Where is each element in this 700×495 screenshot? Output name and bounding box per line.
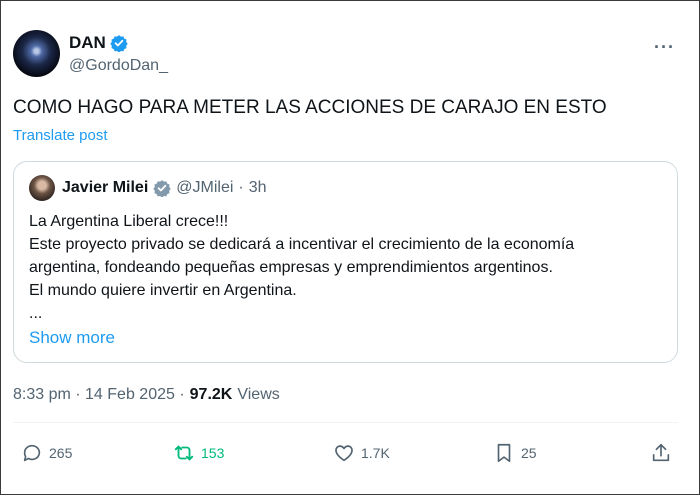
like-count: 1.7K — [361, 445, 390, 461]
tweet-text: COMO HAGO PARA METER LAS ACCIONES DE CAR… — [13, 97, 607, 118]
views-count: 97.2K — [189, 386, 233, 403]
more-icon[interactable]: ··· — [654, 37, 675, 58]
author-avatar[interactable] — [13, 30, 60, 77]
show-more-link[interactable]: Show more — [29, 328, 115, 348]
translate-post-link[interactable]: Translate post — [13, 127, 108, 144]
author-name-row: DAN — [69, 33, 128, 53]
quoted-separator: · — [238, 179, 244, 196]
quoted-author-name: Javier Milei — [62, 179, 149, 196]
reply-button[interactable]: 265 — [21, 442, 72, 464]
like-icon — [335, 445, 353, 462]
bookmark-count: 25 — [521, 445, 537, 461]
reply-icon — [23, 444, 41, 462]
share-icon — [652, 443, 670, 462]
like-button[interactable]: 1.7K — [333, 442, 390, 464]
quoted-tweet[interactable]: Javier Milei @JMilei · 3h La Argentina L… — [13, 161, 678, 363]
verified-badge-icon — [153, 180, 171, 197]
tweet-card: DAN @GordoDan_ ··· COMO HAGO PARA METER … — [0, 0, 700, 495]
bookmark-button[interactable]: 25 — [493, 442, 537, 464]
quoted-author-handle: @JMilei — [176, 179, 234, 196]
quoted-tweet-header: Javier Milei @JMilei · 3h — [62, 179, 267, 197]
retweet-button[interactable]: 153 — [173, 442, 224, 464]
quoted-time: 3h — [248, 179, 267, 196]
verified-badge-icon — [110, 35, 128, 52]
retweet-icon — [174, 445, 194, 461]
bookmark-icon — [497, 443, 511, 463]
reply-count: 265 — [49, 445, 73, 461]
quoted-author-avatar — [29, 175, 55, 201]
divider — [13, 422, 678, 423]
share-button[interactable] — [650, 442, 672, 464]
tweet-timestamp[interactable]: 8:33 pm · 14 Feb 2025 · — [13, 386, 185, 404]
tweet-meta: 8:33 pm · 14 Feb 2025 · 97.2K Views — [13, 386, 280, 404]
quoted-tweet-body: La Argentina Liberal crece!!! Este proye… — [29, 213, 575, 322]
views-label: Views — [237, 386, 280, 403]
author-handle[interactable]: @GordoDan_ — [69, 57, 168, 75]
author-name[interactable]: DAN — [69, 33, 106, 53]
retweet-count: 153 — [201, 445, 225, 461]
